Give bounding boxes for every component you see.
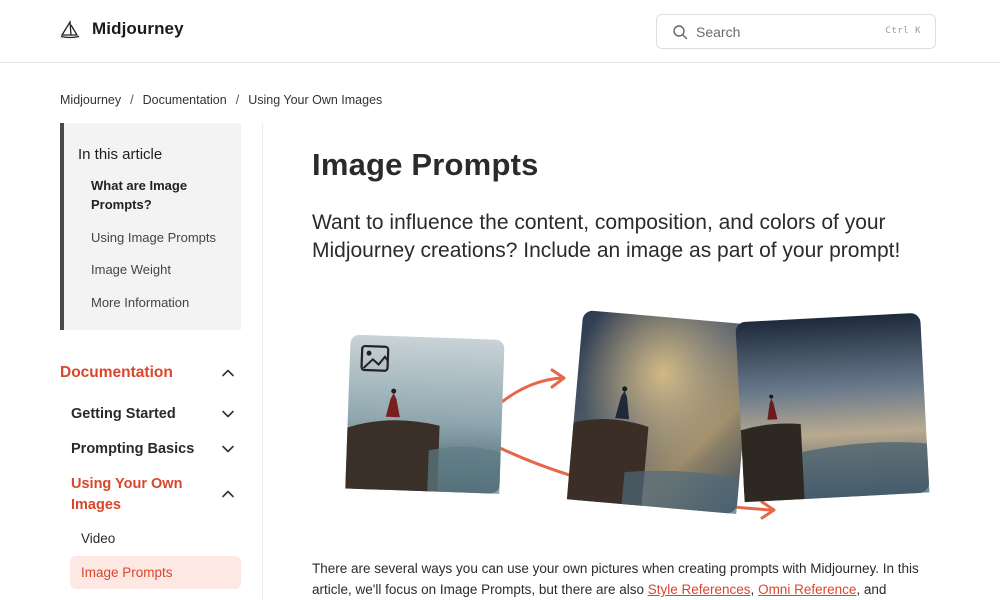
nav-item-getting-started[interactable]: Getting Started [71, 404, 241, 425]
nav-subitem-image-prompts[interactable]: Image Prompts [70, 556, 241, 589]
nav-subitem-label: Image Prompts [81, 565, 173, 580]
link-style-references[interactable]: Style References [648, 582, 751, 597]
nav-item-label: Prompting Basics [71, 441, 195, 457]
breadcrumb-separator: / [235, 93, 240, 107]
search-shortcut-hint: Ctrl K [885, 26, 921, 36]
output-image-card-1 [566, 310, 752, 515]
breadcrumb: Midjourney / Documentation / Using Your … [60, 93, 382, 107]
toc-item-image-weight[interactable]: Image Weight [91, 260, 231, 279]
search-box[interactable]: Ctrl K [656, 14, 936, 49]
toc-item-using-image-prompts[interactable]: Using Image Prompts [91, 228, 231, 247]
nav-item-label: Getting Started [71, 406, 176, 422]
nav-section-label: Documentation [60, 364, 173, 381]
chevron-down-icon [222, 445, 234, 453]
toc-item-more-information[interactable]: More Information [91, 293, 231, 312]
article-lead: Want to influence the content, compositi… [312, 211, 901, 262]
top-header: Midjourney Ctrl K [0, 0, 1000, 63]
brand-logo[interactable]: Midjourney [60, 19, 184, 39]
sidebar-divider [262, 123, 263, 600]
link-omni-reference[interactable]: Omni Reference [758, 582, 856, 597]
breadcrumb-separator: / [130, 93, 134, 107]
toc-title: In this article [78, 146, 163, 163]
article-body-paragraph: There are several ways you can use your … [312, 558, 962, 600]
nav-item-using-your-own-images[interactable]: Using Your Own Images [71, 474, 241, 516]
breadcrumb-item-midjourney[interactable]: Midjourney [60, 93, 121, 107]
brand-name: Midjourney [92, 19, 184, 38]
nav-section-documentation[interactable]: Documentation [60, 364, 241, 382]
table-of-contents: In this article What are Image Prompts? … [60, 123, 241, 330]
nav-item-prompting-basics[interactable]: Prompting Basics [71, 439, 241, 460]
nav-item-label: Using Your Own Images [71, 476, 183, 513]
input-image-card [345, 334, 505, 494]
chevron-up-icon [222, 490, 234, 498]
body-text-separator: , [750, 582, 759, 597]
hero-illustration [345, 310, 930, 520]
search-icon [673, 24, 688, 39]
chevron-down-icon [222, 410, 234, 418]
sailboat-logo-icon [60, 19, 80, 39]
body-text-end: , and [856, 582, 887, 597]
search-input[interactable] [696, 23, 886, 40]
nav-subitem-video[interactable]: Video [81, 531, 115, 546]
chevron-up-icon [222, 369, 234, 377]
breadcrumb-item-current[interactable]: Using Your Own Images [248, 93, 382, 107]
toc-item-what-are-image-prompts[interactable]: What are Image Prompts? [91, 176, 231, 214]
output-image-card-2 [735, 313, 930, 503]
page-title: Image Prompts [312, 147, 539, 182]
breadcrumb-item-documentation[interactable]: Documentation [143, 93, 227, 107]
